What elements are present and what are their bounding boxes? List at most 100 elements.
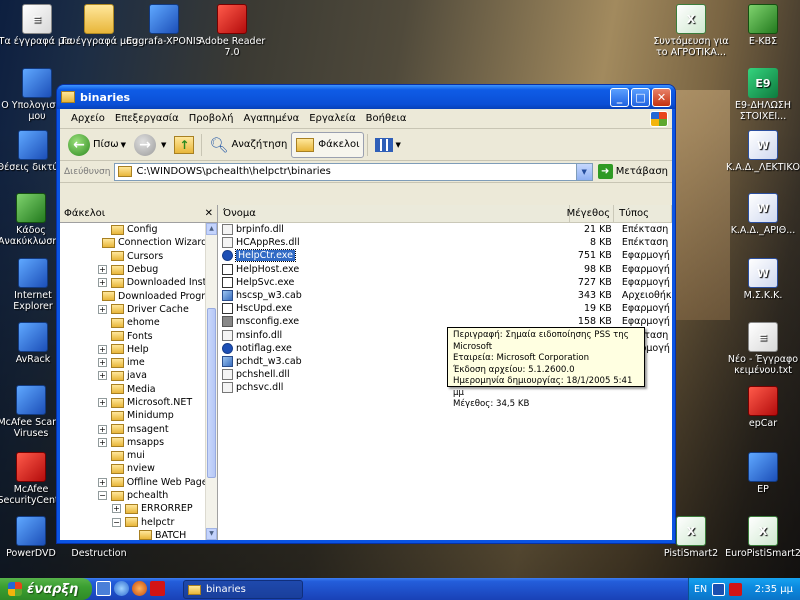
tree-node[interactable]: + Offline Web Pages — [60, 476, 213, 489]
desktop-icon-epcar[interactable]: epCar — [724, 386, 800, 429]
desktop-icon-ekbs[interactable]: Ε-ΚΒΣ — [724, 4, 800, 47]
scroll-up-arrow-icon[interactable]: ▲ — [206, 223, 217, 235]
menu-item[interactable]: Βοήθεια — [361, 113, 412, 124]
tree-node[interactable]: + ERRORREP — [60, 502, 205, 515]
file-row[interactable]: HCAppRes.dll 8 KB Επέκταση εφ — [218, 236, 672, 249]
chevron-down-icon[interactable]: ▼ — [575, 163, 592, 180]
show-desktop-icon[interactable] — [96, 581, 111, 596]
file-row[interactable]: HelpCtr.exe 751 KB Εφαρμογή — [218, 249, 672, 263]
tree-node[interactable]: + Microsoft.NET — [60, 396, 205, 409]
close-icon[interactable]: ✕ — [205, 208, 213, 219]
chevron-down-icon[interactable]: ▼ — [395, 141, 400, 149]
expand-icon[interactable]: + — [98, 371, 107, 381]
menu-item[interactable]: Εργαλεία — [304, 113, 360, 124]
expand-icon[interactable]: + — [98, 424, 107, 434]
tree-node[interactable]: + java — [60, 369, 205, 382]
tree-node-label: Minidump — [127, 410, 174, 422]
tree-node[interactable]: Fonts — [60, 329, 205, 342]
search-button[interactable]: 🔍︎ Αναζήτηση — [205, 132, 291, 158]
desktop-icon-kad-arith[interactable]: W Κ.Α.Δ._ΑΡΙΘ... — [724, 193, 800, 236]
desktop-icon-destruction[interactable]: Destruction — [60, 548, 138, 559]
desktop-icon-adobe[interactable]: Adobe Reader 7.0 — [193, 4, 271, 58]
forward-button[interactable]: → ▼ — [130, 132, 170, 158]
desktop-icon-syntomeusi[interactable]: X Συντόμευση για το ΑΓΡΟΤΙΚΑ... — [652, 4, 730, 58]
up-button[interactable]: ↑ — [170, 132, 198, 158]
tree-node[interactable]: + Debug — [60, 263, 205, 276]
shield-icon[interactable] — [712, 582, 726, 596]
tree-node[interactable]: + Help — [60, 343, 205, 356]
chevron-down-icon[interactable]: ▼ — [121, 141, 126, 149]
scrollbar-thumb[interactable] — [207, 308, 216, 478]
expand-icon[interactable]: + — [98, 344, 107, 354]
start-button[interactable]: έναρξη — [0, 578, 92, 600]
system-tray: EN 2:35 μμ — [688, 578, 800, 600]
maximize-button[interactable]: □ — [631, 87, 650, 107]
column-header-type[interactable]: Τύπος — [614, 205, 672, 222]
tree-node[interactable]: − helpctr — [60, 516, 205, 529]
tree-node[interactable]: − pchealth — [60, 489, 205, 502]
file-row[interactable]: hscsp_w3.cab 343 KB Αρχειοθήκη — [218, 289, 672, 302]
title-bar[interactable]: binaries _ □ ✕ — [57, 85, 675, 109]
desktop-icon-e9[interactable]: E9 Ε9-ΔΗΛΩΣΗ ΣΤΟΙΧΕΙ... — [724, 68, 800, 122]
address-input[interactable]: C:\WINDOWS\pchealth\helpctr\binaries ▼ — [114, 162, 593, 181]
views-button[interactable]: ▼ — [371, 132, 404, 158]
tree-node[interactable]: BATCH — [60, 529, 205, 540]
tree-node[interactable]: ehome — [60, 316, 205, 329]
tree-node[interactable]: + msagent — [60, 422, 205, 435]
column-header-size[interactable]: Μέγεθος — [567, 205, 615, 222]
minimize-button[interactable]: _ — [610, 87, 629, 107]
tree-node[interactable]: Cursors — [60, 250, 205, 263]
scroll-down-arrow-icon[interactable]: ▼ — [206, 528, 217, 540]
internet-explorer-icon[interactable] — [114, 581, 129, 596]
folder-tree-scrollbar[interactable]: ▲ ▼ — [205, 223, 217, 540]
tree-node[interactable]: + msapps — [60, 436, 205, 449]
media-player-icon[interactable] — [132, 581, 147, 596]
folders-button[interactable]: Φάκελοι — [291, 131, 365, 158]
tree-node[interactable]: Minidump — [60, 409, 205, 422]
menu-item[interactable]: Αγαπημένα — [239, 113, 305, 124]
desktop-icon-eggrafa[interactable]: Eggrafa-XPONIS — [125, 4, 203, 47]
tree-node[interactable]: + Driver Cache — [60, 303, 205, 316]
tree-node[interactable]: mui — [60, 449, 205, 462]
folders-label: Φάκελοι — [318, 139, 360, 150]
clock[interactable]: 2:35 μμ — [755, 584, 793, 595]
file-row[interactable]: HelpHost.exe 98 KB Εφαρμογή — [218, 263, 672, 276]
go-button[interactable]: ➜ Μετάβαση — [597, 164, 668, 179]
column-header-name[interactable]: Όνομα — [218, 205, 571, 222]
tree-node[interactable]: + ime — [60, 356, 205, 369]
desktop-icon-mskk[interactable]: W Μ.Σ.Κ.Κ. — [724, 258, 800, 301]
expand-icon[interactable]: + — [98, 265, 107, 275]
expand-icon[interactable]: + — [98, 437, 107, 447]
taskbar-item-binaries[interactable]: binaries — [183, 580, 303, 599]
close-button[interactable]: ✕ — [652, 87, 671, 107]
tree-node[interactable]: Downloaded Program — [60, 289, 217, 302]
expand-icon[interactable]: + — [98, 304, 107, 314]
file-row[interactable]: HscUpd.exe 19 KB Εφαρμογή — [218, 302, 672, 315]
expand-icon[interactable]: + — [112, 504, 121, 514]
menu-item[interactable]: Επεξεργασία — [110, 113, 184, 124]
mcafee-icon[interactable] — [150, 581, 165, 596]
tree-node[interactable]: Media — [60, 383, 205, 396]
desktop-icon-europisti[interactable]: X EuroPistiSmart2 — [724, 516, 800, 559]
expand-icon[interactable]: + — [98, 477, 107, 487]
menu-item[interactable]: Αρχείο — [66, 113, 110, 124]
menu-item[interactable]: Προβολή — [184, 113, 239, 124]
collapse-icon[interactable]: − — [98, 491, 107, 501]
expand-icon[interactable]: + — [98, 398, 107, 407]
expand-icon[interactable]: + — [98, 278, 107, 288]
file-row[interactable]: brpinfo.dll 21 KB Επέκταση εφ — [218, 223, 672, 236]
tree-node[interactable]: + Downloaded Installat — [60, 276, 217, 289]
mcafee-tray-icon[interactable] — [729, 582, 743, 596]
desktop-icon-neo-txt[interactable]: ≡ Νέο - Έγγραφο κειμένου.txt — [724, 322, 800, 376]
desktop-icon-ep[interactable]: EP — [724, 452, 800, 495]
chevron-down-icon[interactable]: ▼ — [161, 141, 166, 149]
tree-node[interactable]: Config — [60, 223, 205, 236]
expand-icon[interactable]: + — [98, 358, 107, 368]
back-button[interactable]: ← Πίσω ▼ — [64, 132, 130, 158]
tree-node[interactable]: nview — [60, 462, 205, 475]
tree-node[interactable]: Connection Wizard — [60, 236, 207, 249]
desktop-icon-kad-lektiko[interactable]: W Κ.Α.Δ._ΛΕΚΤΙΚΟ — [724, 130, 800, 173]
file-row[interactable]: HelpSvc.exe 727 KB Εφαρμογή — [218, 276, 672, 289]
language-indicator[interactable]: EN — [694, 584, 707, 595]
collapse-icon[interactable]: − — [112, 517, 121, 527]
